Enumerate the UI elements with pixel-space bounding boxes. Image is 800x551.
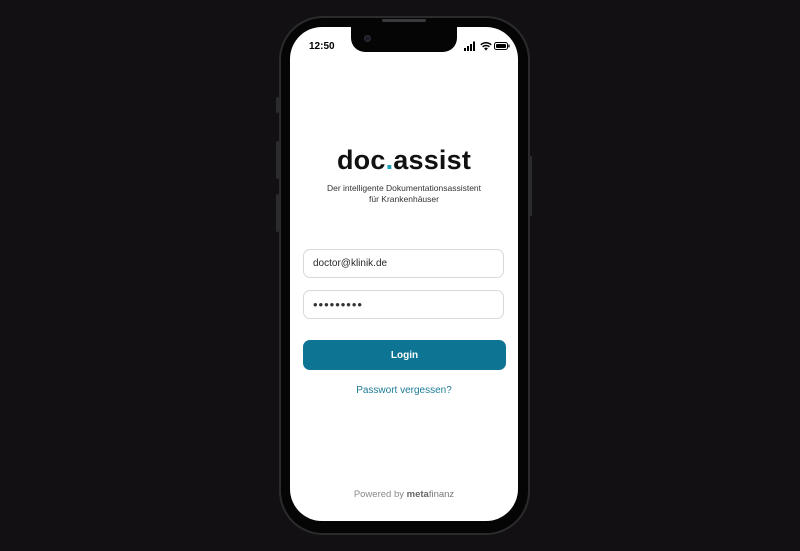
phone-side-button-volume-down xyxy=(276,194,279,232)
powered-by-text: Powered by xyxy=(353,489,404,500)
wifi-icon xyxy=(480,42,492,51)
email-field[interactable] xyxy=(303,249,504,278)
brand-name-meta: meta xyxy=(406,489,429,500)
app-screen: 12:50 doc.assist Der intelligente Dokume… xyxy=(290,27,518,521)
app-logo: doc.assist xyxy=(290,145,518,176)
status-bar-icons xyxy=(464,41,510,51)
logo-text-assist: assist xyxy=(393,145,472,175)
powered-by-footer: Powered by metafinanz xyxy=(290,489,518,500)
tagline-line-1: Der intelligente Dokumentationsassistent xyxy=(326,183,482,193)
logo-text-doc: doc xyxy=(336,145,386,175)
password-field[interactable] xyxy=(303,290,504,319)
tagline-line-2: für Krankenhäuser xyxy=(369,194,439,204)
phone-side-button-volume-up xyxy=(276,141,279,179)
phone-speaker xyxy=(382,19,426,22)
phone-notch xyxy=(351,27,457,52)
login-button[interactable]: Login xyxy=(303,340,506,370)
brand-name-finanz: finanz xyxy=(428,489,455,500)
forgot-password-link[interactable]: Passwort vergessen? xyxy=(290,385,518,396)
phone-side-button-power xyxy=(529,156,532,216)
status-bar-time: 12:50 xyxy=(309,41,335,52)
battery-icon xyxy=(494,42,510,50)
cellular-signal-icon xyxy=(464,41,475,51)
front-camera xyxy=(364,35,371,42)
app-tagline: Der intelligente Dokumentationsassistent… xyxy=(290,183,518,205)
phone-side-button-silent xyxy=(276,97,279,113)
